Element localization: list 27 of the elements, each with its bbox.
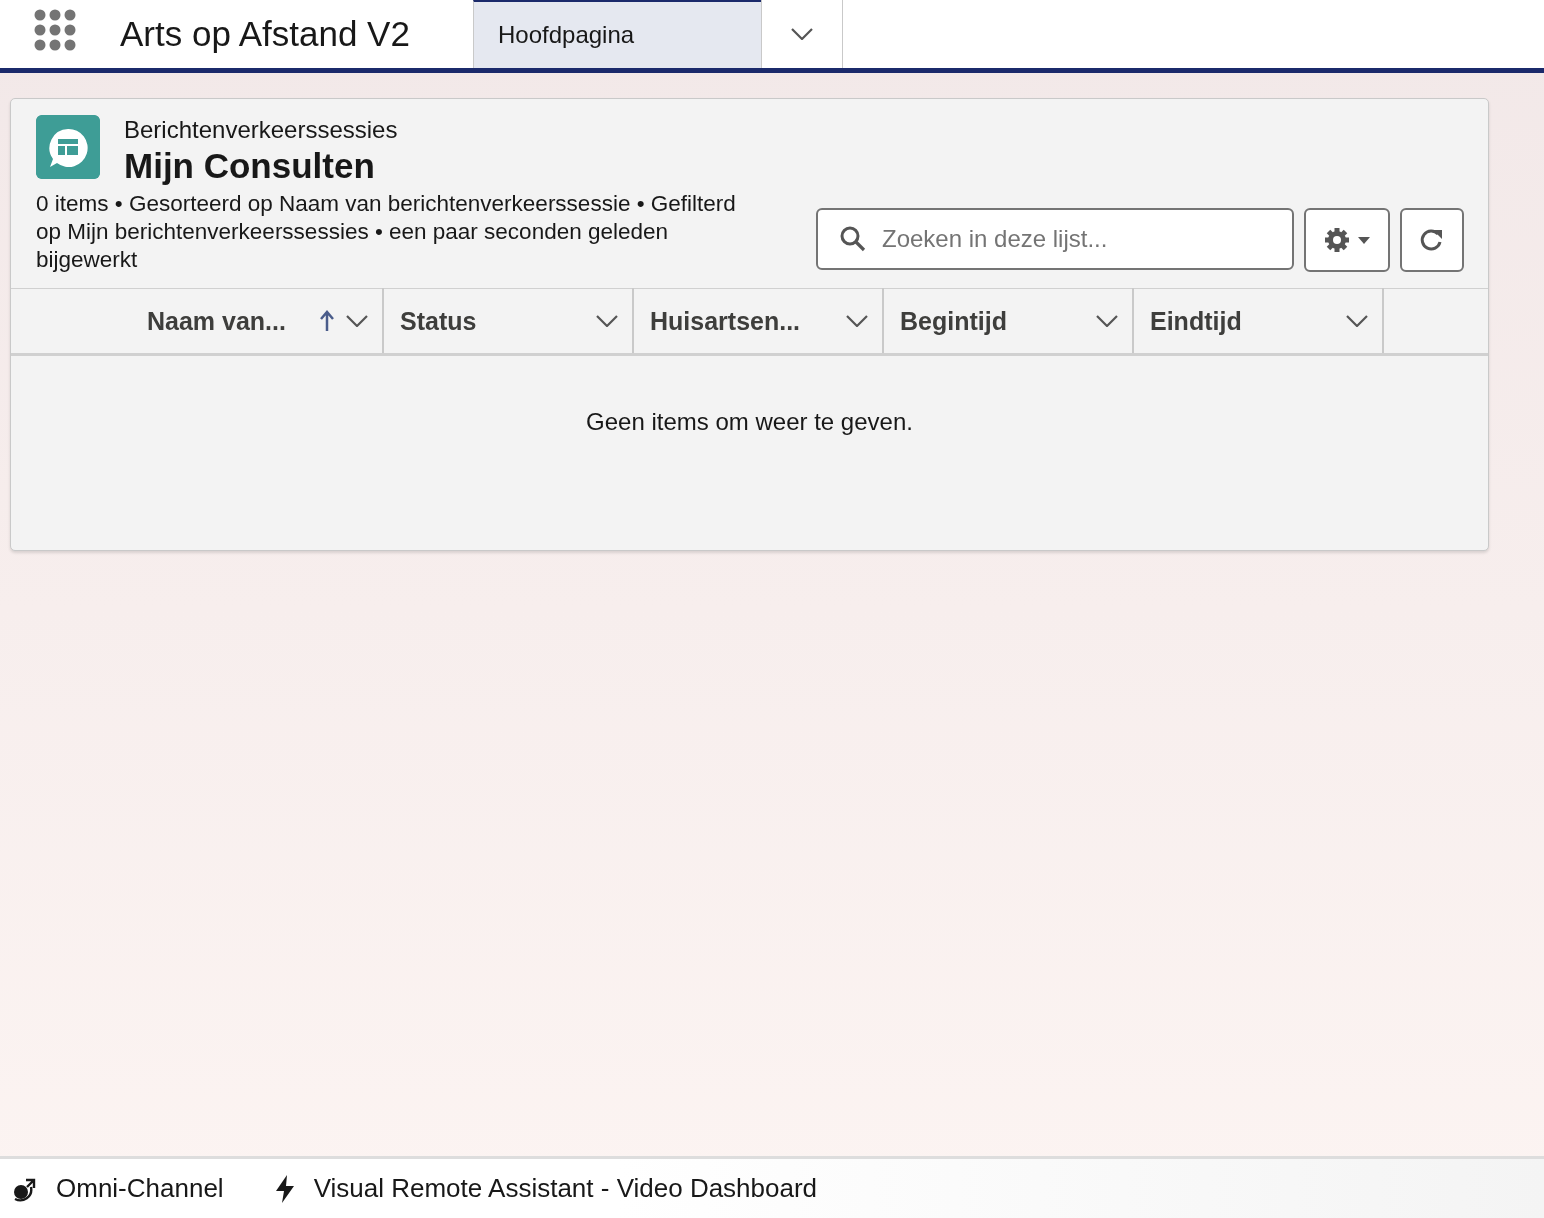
settings-button[interactable]	[1304, 208, 1390, 272]
object-label: Berichtenverkeerssessies	[124, 116, 398, 144]
column-header[interactable]: Status	[383, 288, 633, 355]
chevron-down-icon	[791, 28, 813, 40]
column-header[interactable]: Eindtijd	[1133, 288, 1383, 355]
chat-icon	[36, 115, 100, 179]
app-name: Arts op Afstand V2	[120, 14, 411, 54]
search-field[interactable]: Zoeken in deze lijst...	[816, 208, 1294, 270]
refresh-icon	[1419, 227, 1445, 253]
list-title: Mijn Consulten	[124, 146, 376, 186]
chevron-down-icon	[846, 315, 868, 327]
chevron-down-icon	[1346, 315, 1368, 327]
chevron-down-icon	[346, 315, 368, 327]
column-header[interactable]: Huisartsen...	[633, 288, 883, 355]
nav-tab[interactable]: Hoofdpagina	[473, 0, 761, 68]
app-launcher-icon[interactable]	[34, 9, 76, 51]
refresh-button[interactable]	[1400, 208, 1464, 272]
chevron-down-icon	[1096, 315, 1118, 327]
list-summary: 0 items • Gesorteerd op Naam van berichtenverkeerssessie • Gefilterd op Mijn berichtenverkeerssessies • een paar seconden geleden bijgewerkt	[36, 190, 737, 274]
column-header[interactable]: Begintijd	[883, 288, 1133, 355]
column-header[interactable]: Naam van...	[11, 288, 383, 355]
empty-message: Geen items om weer te geven.	[586, 408, 913, 436]
caret-icon	[1358, 236, 1370, 244]
chevron-down-icon	[596, 315, 618, 327]
utility-item[interactable]: Visual Remote Assistant - Video Dashboard	[273, 1173, 818, 1204]
lightning-icon	[273, 1174, 296, 1203]
utility-item[interactable]: Omni-Channel	[12, 1173, 224, 1204]
